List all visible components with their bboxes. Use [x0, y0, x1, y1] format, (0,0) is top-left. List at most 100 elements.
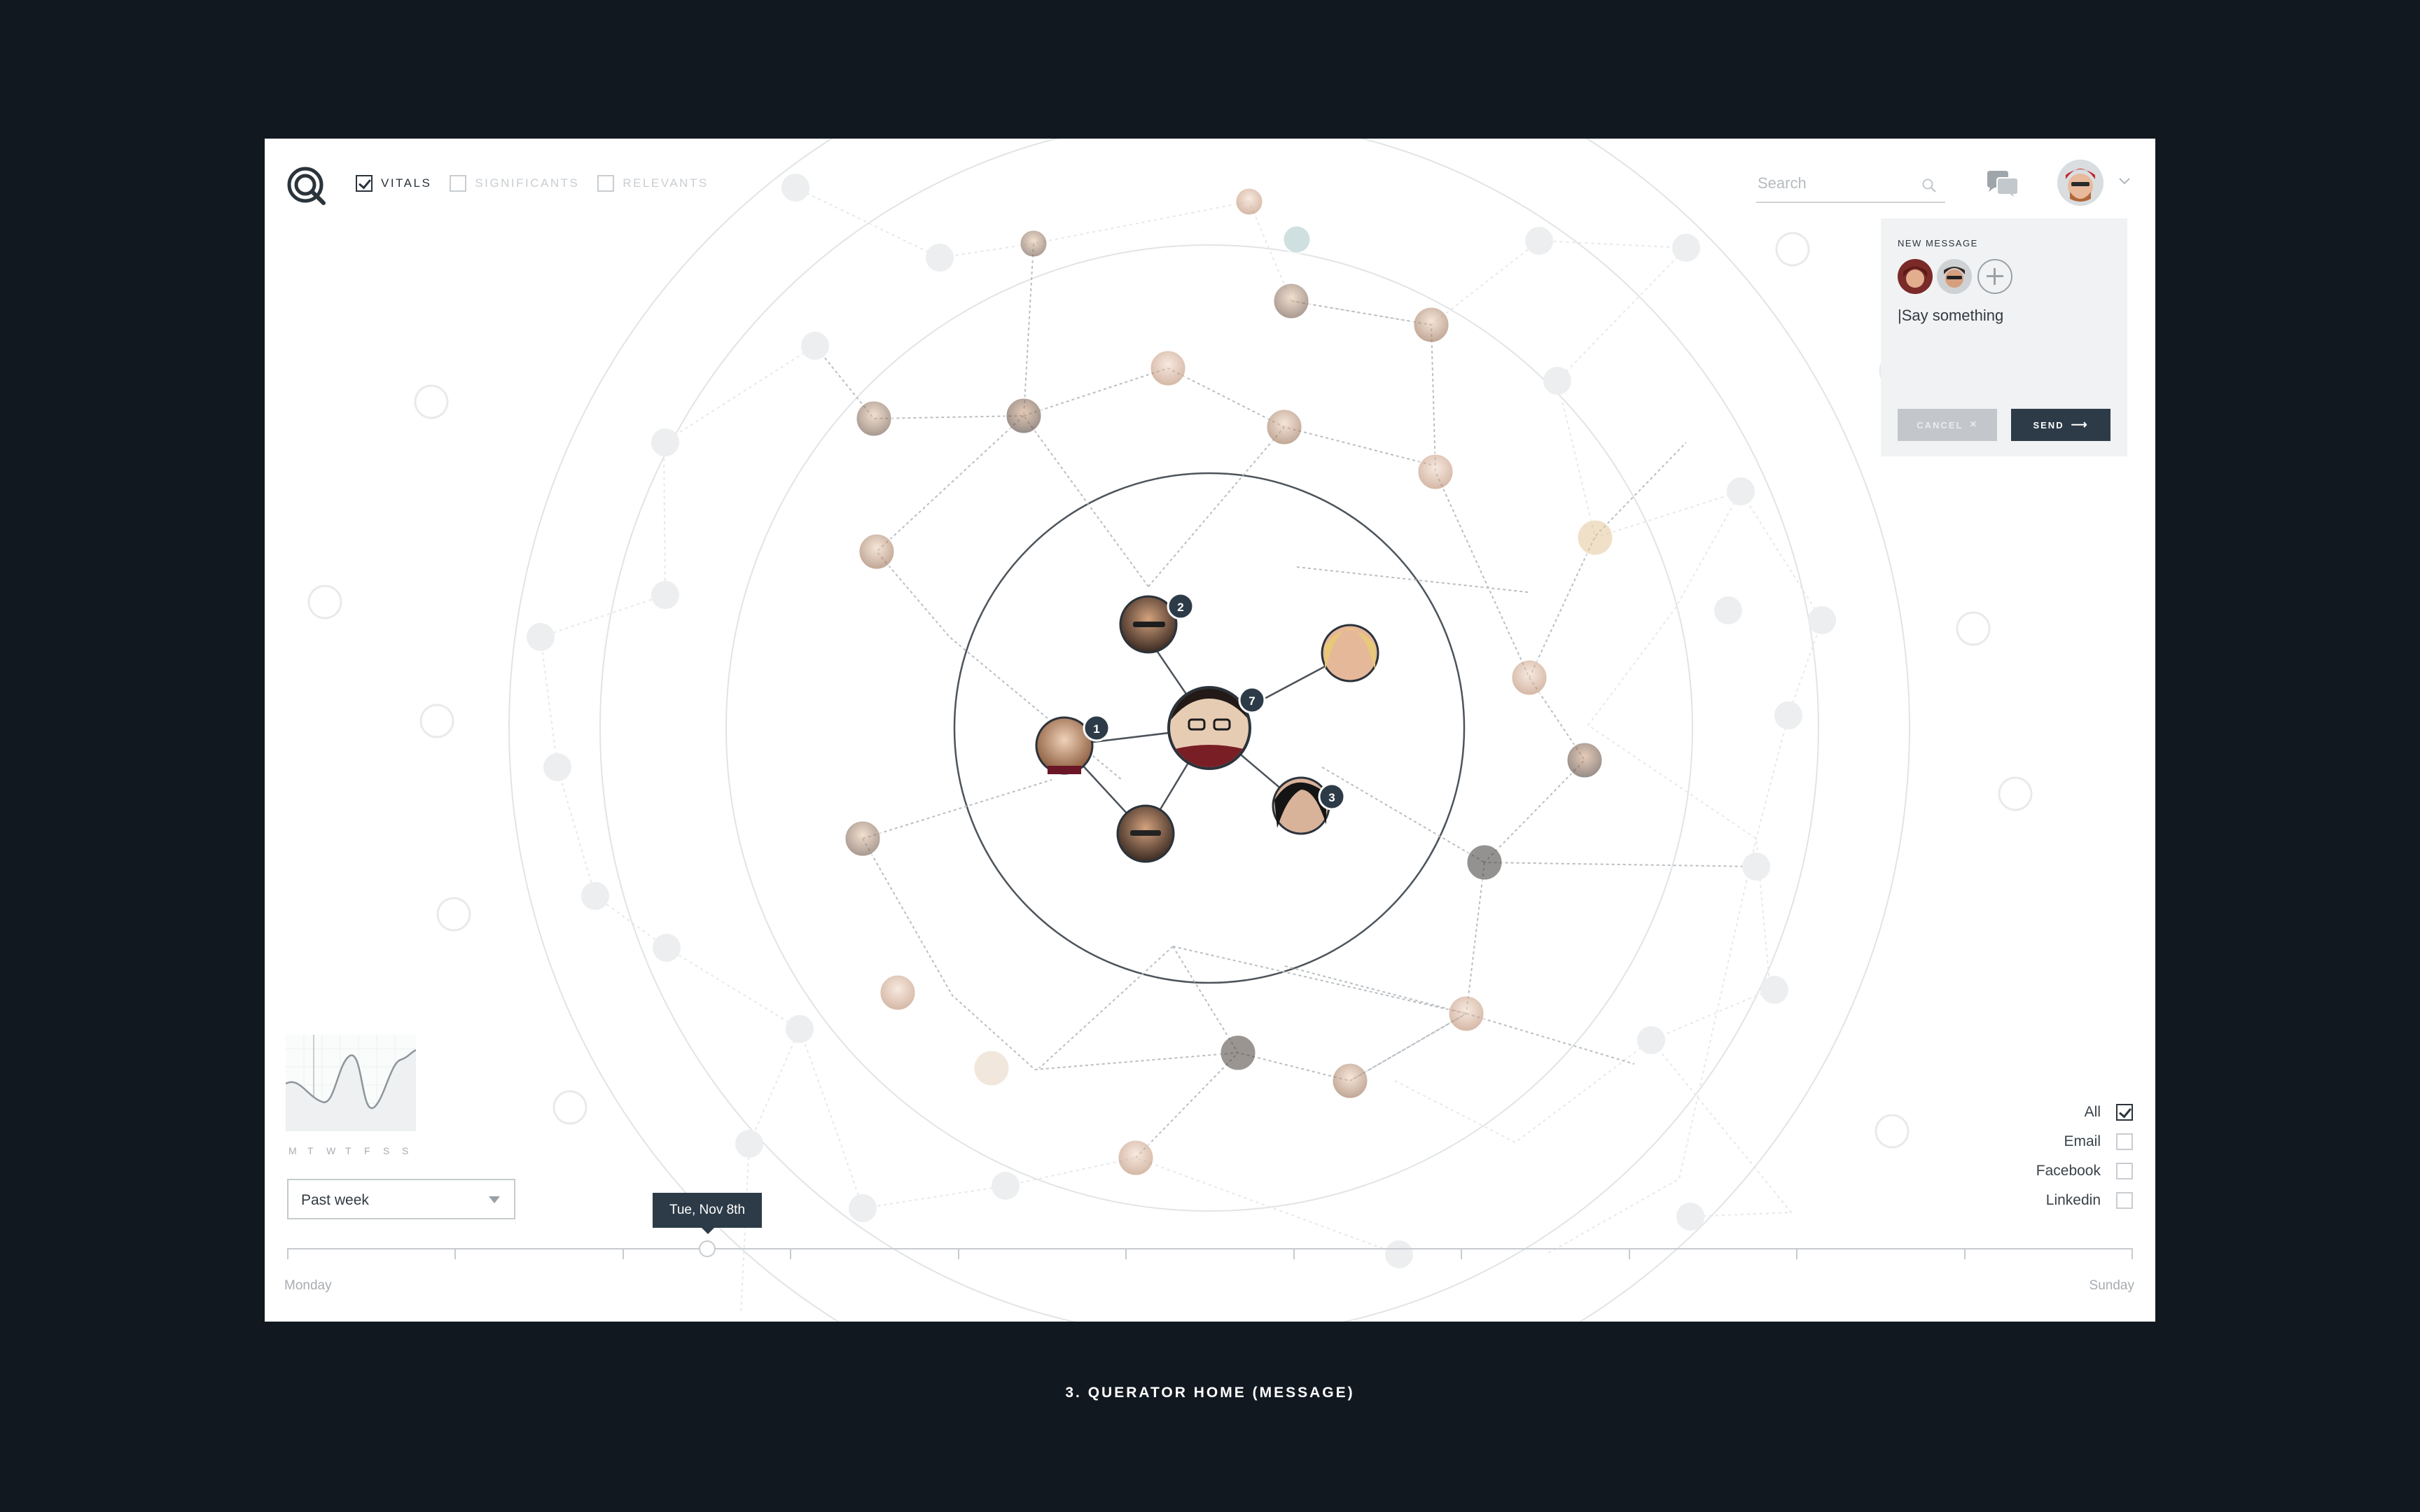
timeline-handle[interactable]	[699, 1240, 716, 1257]
channel-label: All	[2084, 1104, 2101, 1120]
timeline-tick	[1461, 1248, 1462, 1259]
weekday-label: M	[288, 1145, 297, 1156]
filter-label: RELEVANTS	[623, 176, 709, 190]
contact-avatar	[857, 532, 896, 571]
badge-count: 1	[1093, 722, 1099, 736]
vital-contact-bottom	[1116, 804, 1175, 863]
all-checkbox[interactable]	[2116, 1104, 2133, 1121]
search-icon[interactable]	[1921, 178, 1937, 193]
channel-email[interactable]: Email	[2036, 1127, 2133, 1156]
contact-avatar	[1576, 518, 1615, 557]
vital-contact-top: 2	[1119, 592, 1195, 654]
recipient-avatar-image	[1937, 259, 1972, 294]
contact-avatar	[1510, 658, 1549, 697]
querator-logo[interactable]	[286, 165, 328, 207]
send-label: SEND	[2033, 419, 2064, 430]
screen-caption: 3. QUERATOR HOME (MESSAGE)	[1065, 1385, 1355, 1401]
search-box	[1756, 169, 1945, 203]
contact-avatar	[1234, 186, 1265, 217]
relevants-checkbox[interactable]	[597, 175, 615, 192]
new-message-panel: NEW MESSAGE |Say something CANCEL × SEND	[1881, 218, 2127, 456]
filter-bar: VITALS SIGNIFICANTS RELEVANTS	[356, 175, 727, 192]
contact-avatar	[972, 1049, 1011, 1088]
contact-nodes	[843, 186, 1615, 1177]
vitals-checkbox[interactable]	[356, 175, 373, 192]
timeline-track[interactable]	[287, 1248, 2133, 1269]
timeline-line	[287, 1248, 2133, 1250]
channel-facebook[interactable]: Facebook	[2036, 1156, 2133, 1186]
vital-contact-bottom-right: 3	[1272, 776, 1346, 835]
timeline-tick	[1796, 1248, 1797, 1259]
filter-vitals[interactable]: VITALS	[356, 175, 431, 192]
contact-avatar	[1447, 994, 1486, 1033]
vital-contact-right	[1321, 624, 1379, 682]
facebook-checkbox[interactable]	[2116, 1163, 2133, 1180]
contact-avatar	[1116, 1138, 1155, 1177]
search-input[interactable]	[1756, 169, 1912, 197]
messages-icon[interactable]	[1984, 169, 2021, 203]
contact-avatar	[1281, 224, 1312, 255]
contact-avatar	[878, 973, 917, 1012]
timeline-tick	[1964, 1248, 1966, 1259]
contact-avatar	[1330, 1061, 1370, 1100]
contact-avatar	[1272, 281, 1311, 321]
filter-significants[interactable]: SIGNIFICANTS	[450, 175, 579, 192]
filter-label: VITALS	[381, 176, 432, 190]
arrow-right-icon: ⟶	[2071, 419, 2089, 431]
tooltip-arrow	[702, 1228, 714, 1234]
channel-all[interactable]: All	[2036, 1098, 2133, 1127]
network-graph[interactable]: 2 1 3 7	[265, 139, 2155, 1322]
channel-linkedin[interactable]: Linkedin	[2036, 1186, 2133, 1215]
weekday-label: W	[326, 1145, 336, 1156]
channel-label: Facebook	[2036, 1163, 2101, 1179]
timeline-end-label: Sunday	[2089, 1278, 2134, 1293]
recipient-avatar-image	[1898, 259, 1933, 294]
period-select-value: Past week	[301, 1192, 369, 1208]
contact-avatar	[1004, 396, 1043, 435]
badge-count: 3	[1328, 791, 1335, 804]
email-checkbox[interactable]	[2116, 1133, 2133, 1150]
period-select[interactable]: Past week	[287, 1179, 515, 1219]
weekday-label: T	[345, 1145, 352, 1156]
recipient-avatar[interactable]	[1937, 259, 1972, 294]
timeline-tick	[790, 1248, 791, 1259]
chevron-down-icon[interactable]	[2118, 176, 2132, 186]
weekday-label: S	[402, 1145, 409, 1156]
timeline-tick	[1629, 1248, 1630, 1259]
message-textarea[interactable]: |Say something	[1898, 307, 2108, 377]
cancel-button[interactable]: CANCEL ×	[1898, 409, 1997, 441]
timeline-tick	[958, 1248, 959, 1259]
weekday-label: S	[383, 1145, 390, 1156]
timeline-tick	[2132, 1248, 2133, 1259]
app-window: 2 1 3 7 VITALS SIGNIFICANTS RELEVANTS Se…	[265, 139, 2155, 1322]
contact-avatar	[1565, 741, 1604, 780]
filter-label: SIGNIFICANTS	[475, 176, 580, 190]
vital-contact-left: 1	[1035, 714, 1111, 775]
contact-avatar	[1265, 407, 1304, 447]
linkedin-checkbox[interactable]	[2116, 1192, 2133, 1209]
panel-title: NEW MESSAGE	[1898, 238, 1978, 248]
contact-avatar	[1218, 1033, 1258, 1072]
close-icon: ×	[1970, 419, 1978, 430]
weekday-label: T	[307, 1145, 314, 1156]
cancel-label: CANCEL	[1917, 419, 1963, 430]
send-button[interactable]: SEND ⟶	[2011, 409, 2110, 441]
contact-avatar	[1148, 349, 1188, 388]
contact-avatar	[1416, 452, 1455, 491]
activity-sparkline	[286, 1035, 416, 1131]
user-avatar-image	[2057, 160, 2103, 206]
channel-filters: All Email Facebook Linkedin	[2036, 1098, 2133, 1215]
badge-count: 2	[1177, 601, 1183, 614]
timeline-tick	[287, 1248, 288, 1259]
user-avatar[interactable]	[2057, 160, 2103, 206]
weekday-label: F	[364, 1145, 370, 1156]
filter-relevants[interactable]: RELEVANTS	[597, 175, 708, 192]
recipient-avatar[interactable]	[1898, 259, 1933, 294]
significants-checkbox[interactable]	[450, 175, 467, 192]
contact-avatar	[854, 399, 893, 438]
caret-down-icon	[489, 1196, 500, 1203]
add-recipient-button[interactable]	[1977, 259, 2012, 294]
contact-avatar	[843, 819, 882, 858]
contact-avatar	[1412, 305, 1451, 344]
weekday-labels: M T W T F S S	[288, 1145, 421, 1156]
